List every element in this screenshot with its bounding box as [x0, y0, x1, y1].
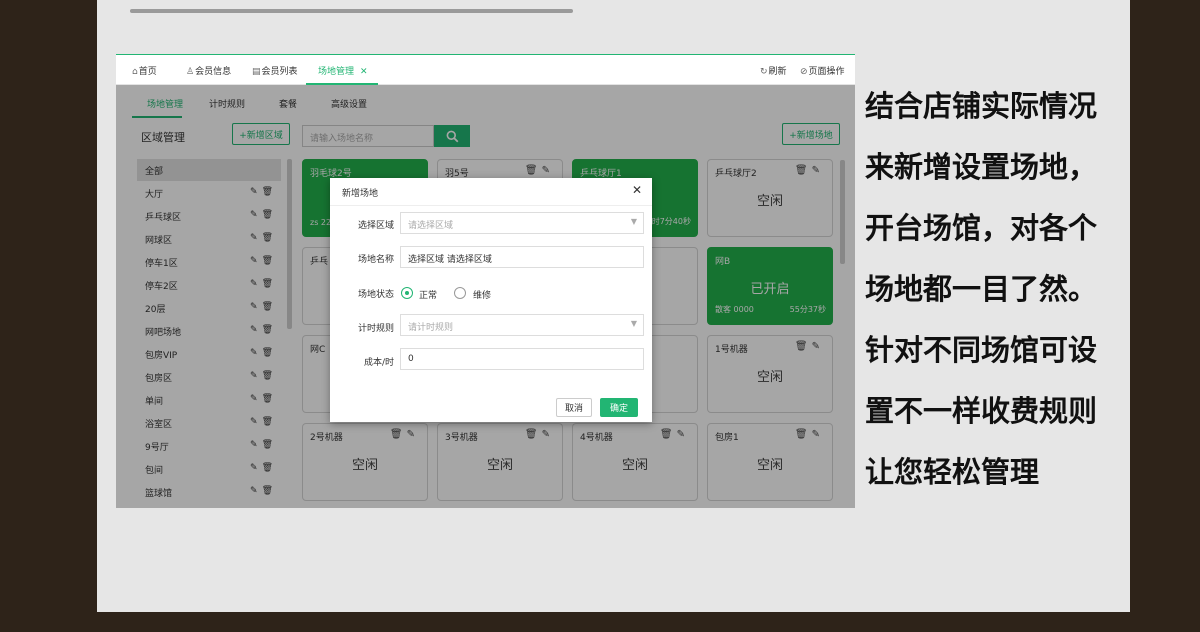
user-icon: ♙ [186, 67, 195, 77]
region-label: 选择区域 [357, 221, 394, 231]
top-divider [130, 9, 573, 13]
caption-line: 让您轻松管理 [865, 455, 1040, 489]
dialog-header: 新增场地 ✕ [330, 178, 652, 206]
venue-status-label: 场地状态 [357, 290, 394, 300]
caption-line: 置不一样收费规则 [865, 394, 1098, 428]
chevron-down-icon: ▼ [630, 217, 637, 226]
tab-home[interactable]: ⌂首页 [132, 64, 157, 77]
timing-rule-select[interactable]: 请计时规则 ▼ [400, 314, 644, 336]
caption-line: 场地都一目了然。 [865, 272, 1098, 306]
add-venue-dialog: 新增场地 ✕ 选择区域 请选择区域 ▼ 场地名称 选择区域 请选择区域 场地状态 … [330, 178, 652, 422]
timing-rule-label: 计时规则 [357, 324, 394, 334]
cancel-button[interactable]: 取消 [556, 398, 592, 417]
caption-line: 开台场馆，对各个 [865, 211, 1098, 245]
close-icon[interactable]: ✕ [360, 67, 368, 77]
cost-field[interactable]: 0 [400, 348, 644, 370]
page-ops-button[interactable]: ⊘页面操作 [800, 64, 845, 77]
dialog-title: 新增场地 [342, 189, 379, 199]
caption-line: 结合店铺实际情况 [865, 89, 1098, 123]
status-repair-label: 维修 [473, 291, 492, 301]
confirm-button[interactable]: 确定 [600, 398, 638, 417]
settings-icon: ⊘ [800, 67, 808, 77]
app-window: ⌂首页 ♙会员信息 ▤会员列表 场地管理 ✕ ↻刷新 ⊘页面操作 场地管理 计时规… [116, 54, 855, 508]
venue-name-label: 场地名称 [357, 255, 394, 265]
region-select[interactable]: 请选择区域 ▼ [400, 212, 644, 234]
home-icon: ⌂ [132, 67, 138, 77]
caption-line: 来新增设置场地， [865, 150, 1098, 184]
refresh-button[interactable]: ↻刷新 [760, 64, 787, 77]
tab-member-list[interactable]: ▤会员列表 [252, 64, 298, 77]
tab-member-info[interactable]: ♙会员信息 [186, 64, 231, 77]
cost-label: 成本/时 [363, 358, 394, 368]
refresh-icon: ↻ [760, 67, 768, 77]
list-icon: ▤ [252, 67, 261, 77]
status-repair-radio[interactable] [454, 287, 466, 299]
tab-venue-manage[interactable]: 场地管理 ✕ [318, 64, 368, 77]
status-normal-radio[interactable] [401, 287, 413, 299]
tab-bar: ⌂首页 ♙会员信息 ▤会员列表 场地管理 ✕ ↻刷新 ⊘页面操作 [116, 54, 855, 85]
status-normal-label: 正常 [419, 291, 438, 301]
promo-caption: 结合店铺实际情况 来新增设置场地， 开台场馆，对各个 场地都一目了然。 针对不同场馆可设… [865, 76, 1130, 503]
venue-name-field[interactable]: 选择区域 请选择区域 [400, 246, 644, 268]
chevron-down-icon: ▼ [630, 319, 637, 328]
caption-line: 针对不同场馆可设 [865, 333, 1098, 367]
close-icon[interactable]: ✕ [632, 183, 642, 197]
